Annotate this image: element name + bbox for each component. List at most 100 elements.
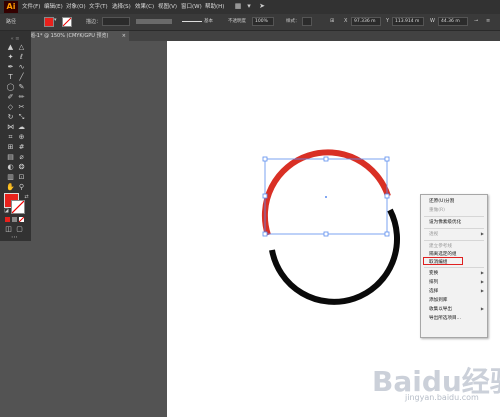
- hand-tool-icon[interactable]: ✋: [6, 183, 15, 192]
- variable-width-profile[interactable]: [136, 19, 172, 24]
- y-field[interactable]: 113.914 m: [392, 17, 424, 26]
- layout-icon[interactable]: ▦: [233, 2, 243, 11]
- tools-panel: « ≡ ▲ △ ✦ ℓ ✒ ∿ T ╱ ◯ ✎ ✐ ✏ ◇ ✂ ↻ ⤡ ⋈ ☁ …: [0, 31, 31, 241]
- paintbrush-tool-icon[interactable]: ✎: [17, 83, 26, 92]
- ctx-separator: [424, 228, 484, 229]
- ctx-redo[interactable]: 重做(R): [429, 207, 445, 213]
- dropdown-icon[interactable]: ▾: [244, 2, 254, 11]
- mesh-tool-icon[interactable]: #: [17, 143, 26, 152]
- ctx-select[interactable]: 选择: [429, 288, 438, 294]
- zoom-tool-icon[interactable]: ⚲: [17, 183, 26, 192]
- brush-stroke-preview: [182, 21, 202, 22]
- free-transform-tool-icon[interactable]: ⌗: [6, 133, 15, 142]
- submenu-arrow-icon: ▶: [480, 306, 484, 311]
- swap-fill-stroke-icon[interactable]: ⇄: [22, 193, 31, 202]
- pen-tool-icon[interactable]: ✒: [6, 63, 15, 72]
- menu-effect[interactable]: 效果(C): [135, 2, 154, 10]
- ctx-transform[interactable]: 变换: [429, 270, 438, 276]
- ctx-separator: [424, 267, 484, 268]
- submenu-arrow-icon: ▶: [480, 231, 484, 236]
- w-label: W: [430, 18, 435, 24]
- x-field[interactable]: 97.336 m: [351, 17, 381, 26]
- blend-tool-icon[interactable]: ◐: [6, 163, 15, 172]
- link-icon[interactable]: ⊸: [474, 18, 478, 24]
- opacity-label: 不透明度: [228, 19, 246, 24]
- symbol-sprayer-tool-icon[interactable]: ❂: [17, 163, 26, 172]
- menu-bar: Ai 文件(F) 编辑(E) 对象(O) 文字(T) 选择(S) 效果(C) 视…: [0, 0, 500, 14]
- gradient-tool-icon[interactable]: ▤: [6, 153, 15, 162]
- menu-edit[interactable]: 编辑(E): [44, 2, 63, 10]
- type-tool-icon[interactable]: T: [6, 73, 15, 82]
- perspective-grid-tool-icon[interactable]: ⊞: [6, 143, 15, 152]
- ctx-collect-for-export[interactable]: 收集以导出: [429, 306, 452, 312]
- ctx-export-selection[interactable]: 导出所选项目...: [429, 315, 461, 321]
- submenu-arrow-icon: ▶: [480, 288, 484, 293]
- submenu-arrow-icon: ▶: [480, 279, 484, 284]
- ctx-arrange[interactable]: 排列: [429, 279, 438, 285]
- direct-selection-tool-icon[interactable]: △: [17, 43, 26, 52]
- close-icon[interactable]: ×: [122, 31, 126, 41]
- stroke-weight-field[interactable]: [102, 17, 130, 26]
- object-type-label: 路径: [6, 19, 17, 25]
- color-mode-icon[interactable]: [5, 217, 10, 222]
- menu-file[interactable]: 文件(F): [22, 2, 40, 10]
- document-tab-title: 未标题-1* @ 150% (CMYK/GPU 预览): [20, 33, 109, 39]
- curvature-tool-icon[interactable]: ∿: [17, 63, 26, 72]
- control-bar: 路径 ▾ 描边： 基本 不透明度 100% 样式： ⊞ X 97.336 m Y…: [0, 14, 500, 31]
- menu-type[interactable]: 文字(T): [89, 2, 108, 10]
- ctx-undo-split[interactable]: 还原(U)分割: [429, 198, 454, 204]
- menu-select[interactable]: 选择(S): [112, 2, 131, 10]
- shaper-tool-icon[interactable]: ✐: [6, 93, 15, 102]
- warp-tool-icon[interactable]: ☁: [17, 123, 26, 132]
- align-icon[interactable]: ⊞: [330, 18, 334, 24]
- ctx-separator: [424, 216, 484, 217]
- chevron-down-icon[interactable]: ▾: [54, 17, 57, 23]
- default-colors-icon[interactable]: ◪: [2, 207, 11, 216]
- scissors-tool-icon[interactable]: ✂: [17, 103, 26, 112]
- opacity-field[interactable]: 100%: [252, 17, 274, 26]
- edit-toolbar-icon[interactable]: ⋯: [10, 233, 19, 242]
- rotate-tool-icon[interactable]: ↻: [6, 113, 15, 122]
- document-tab[interactable]: 未标题-1* @ 150% (CMYK/GPU 预览) ×: [17, 31, 129, 41]
- ctx-add-to-library[interactable]: 添加到库: [429, 297, 447, 303]
- ellipse-tool-icon[interactable]: ◯: [6, 83, 15, 92]
- graphic-style-picker[interactable]: [302, 17, 312, 26]
- ctx-pixel-optimize[interactable]: 设为像素级优化: [429, 219, 461, 225]
- w-field[interactable]: 44.36 m: [438, 17, 468, 26]
- menu-window[interactable]: 窗口(W): [181, 2, 202, 10]
- pencil-tool-icon[interactable]: ✏: [17, 93, 26, 102]
- menu-help[interactable]: 帮助(H): [205, 2, 224, 10]
- context-menu: 还原(U)分割 重做(R) 设为像素级优化 透视 ▶ 建立参考线 隔离选定的组 …: [420, 194, 488, 338]
- scale-tool-icon[interactable]: ⤡: [17, 113, 26, 122]
- fill-swatch[interactable]: [44, 17, 54, 27]
- y-label: Y: [386, 18, 390, 24]
- send-icon[interactable]: ➤: [257, 2, 267, 11]
- menu-view[interactable]: 视图(V): [158, 2, 177, 10]
- app-logo: Ai: [4, 1, 18, 13]
- magic-wand-tool-icon[interactable]: ✦: [6, 53, 15, 62]
- stroke-label: 描边：: [86, 19, 102, 25]
- stroke-swatch[interactable]: [62, 17, 72, 27]
- ctx-separator: [424, 240, 484, 241]
- menu-object[interactable]: 对象(O): [66, 2, 86, 10]
- stroke-color-box[interactable]: [11, 200, 25, 214]
- line-tool-icon[interactable]: ╱: [17, 73, 26, 82]
- more-icon[interactable]: ≡: [486, 18, 490, 24]
- brush-definition[interactable]: 基本: [204, 18, 213, 24]
- style-label: 样式：: [286, 19, 300, 24]
- gradient-mode-icon[interactable]: [12, 217, 17, 222]
- lasso-tool-icon[interactable]: ℓ: [17, 53, 26, 62]
- ctx-ungroup[interactable]: 取消编组: [429, 259, 447, 265]
- eraser-tool-icon[interactable]: ◇: [6, 103, 15, 112]
- ctx-perspective[interactable]: 透视: [429, 231, 438, 237]
- column-graph-tool-icon[interactable]: ▥: [6, 173, 15, 182]
- ctx-make-guides[interactable]: 建立参考线: [429, 243, 452, 249]
- submenu-arrow-icon: ▶: [480, 270, 484, 275]
- watermark-url: jingyan.baidu.com: [405, 393, 479, 402]
- selection-tool-icon[interactable]: ▲: [6, 43, 15, 52]
- none-mode-icon[interactable]: [19, 217, 24, 222]
- eyedropper-tool-icon[interactable]: ⌀: [17, 153, 26, 162]
- shape-builder-tool-icon[interactable]: ⊕: [17, 133, 26, 142]
- artboard-tool-icon[interactable]: ⊡: [17, 173, 26, 182]
- width-tool-icon[interactable]: ⋈: [6, 123, 15, 132]
